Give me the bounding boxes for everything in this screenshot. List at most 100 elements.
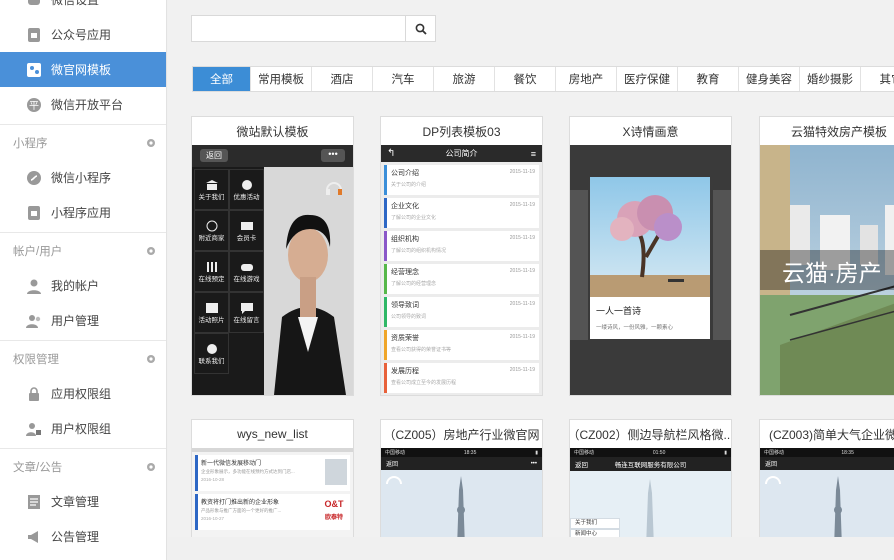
more-icon: ••• — [321, 149, 345, 162]
sidebar-item-label: 微信开放平台 — [51, 96, 123, 113]
template-card[interactable]: 云猫特效房产模板 云猫·房产 — [759, 116, 894, 396]
gear-icon[interactable] — [146, 138, 156, 148]
card-icon — [240, 220, 254, 232]
preview-menu: 关于我们 优惠活动 附近商家 会员卡 在线预定 在线游戏 活动照片 在线留言 联… — [194, 169, 264, 374]
brand-title: 云猫·房产 — [782, 254, 882, 288]
tab-real-estate[interactable]: 房地产 — [556, 67, 617, 91]
gear-icon[interactable] — [146, 246, 156, 256]
template-card[interactable]: wys_new_list 新一代微信发展移动门 企业形象展示，多功能在线预约方式… — [191, 419, 354, 537]
template-card[interactable]: （CZ002）侧边导航栏风格微... 中国移动01:50▮ 返回畅连互联网服务有… — [569, 419, 732, 537]
sidebar-item-article-management[interactable]: 文章管理 — [0, 484, 166, 519]
gear-icon[interactable] — [146, 462, 156, 472]
tab-other[interactable]: 其它 — [861, 67, 894, 91]
preview-menu-item: 在线留言 — [229, 292, 264, 333]
lock-icon — [26, 386, 42, 402]
poem-card: 一人一首诗 一缕诗风，一份风雅，一颗素心 — [590, 177, 710, 339]
user-lock-icon — [26, 421, 42, 437]
portrait-image — [264, 167, 353, 395]
gear-icon[interactable] — [146, 354, 156, 364]
sidebar-item-label: 公众号应用 — [51, 26, 111, 43]
sidebar-item-label: 用户权限组 — [51, 420, 111, 437]
document-icon — [26, 494, 42, 510]
sidebar-item-open-platform[interactable]: 平 微信开放平台 — [0, 87, 166, 122]
preview-menu-item: 活动照片 — [194, 292, 229, 333]
battery-icon: ▮ — [535, 450, 538, 456]
template-title: 微站默认模板 — [192, 117, 353, 145]
tab-common[interactable]: 常用模板 — [251, 67, 312, 91]
sidebar-item-microsite-templates[interactable]: 微官网模板 — [0, 52, 166, 87]
sidebar-item-label: 微信设置 — [51, 0, 99, 8]
preview-menu-item: 会员卡 — [229, 210, 264, 251]
tab-healthcare[interactable]: 医疗保健 — [617, 67, 678, 91]
template-card[interactable]: （CZ005）房地产行业微官网 中国移动18:35▮ 返回••• — [380, 419, 543, 537]
app-box-icon — [26, 205, 42, 221]
sidebar-item-user-management[interactable]: 用户管理 — [0, 303, 166, 338]
phone-status-bar: 中国移动18:35▮ — [760, 448, 894, 457]
section-title: 小程序 — [13, 135, 48, 151]
preview-header: ↰ 公司简介 ≡ — [381, 145, 542, 162]
company-name: 畅连互联网服务有限公司 — [570, 459, 731, 469]
tab-education[interactable]: 教育 — [678, 67, 739, 91]
tab-all[interactable]: 全部 — [193, 67, 251, 91]
app-box-icon — [26, 27, 42, 43]
sidebar-item-wechat-settings[interactable]: 微信设置 — [0, 0, 166, 17]
tab-hotel[interactable]: 酒店 — [312, 67, 373, 91]
preview-row: 经营理念 了解公司的经营理念 2015-11-19 — [384, 264, 539, 294]
preview-menu-item: 在线预定 — [194, 251, 229, 292]
preview-row: 教资将打门推出新的企业形象 产品形象与推广方面的一个更好的推广... 2016-… — [195, 494, 350, 530]
template-card[interactable]: 微站默认模板 返回 ••• 关于我们 优惠活动 附近商家 会员卡 — [191, 116, 354, 396]
phone-status-bar: 中国移动01:50▮ — [570, 448, 731, 457]
tab-wedding-photo[interactable]: 婚纱摄影 — [800, 67, 861, 91]
search-input[interactable] — [192, 16, 405, 41]
poem-subtitle: 一缕诗风，一份风雅，一颗素心 — [590, 317, 710, 331]
preview-menu-item: 在线游戏 — [229, 251, 264, 292]
template-card[interactable]: (CZ003)简单大气企业微站 中国移动18:35▮ 返回••• — [759, 419, 894, 537]
template-card[interactable]: X诗情画意 一人一首诗 一缕诗风，一份风雅，一颗素心 — [569, 116, 732, 396]
row-logo: O&T欧泰特 — [321, 498, 347, 524]
sidebar-item-official-account-apps[interactable]: 公众号应用 — [0, 17, 166, 52]
template-title: DP列表模板03 — [381, 117, 542, 145]
template-title: wys_new_list — [192, 420, 353, 448]
sidebar-item-user-permission-groups[interactable]: 用户权限组 — [0, 411, 166, 446]
tab-auto[interactable]: 汽车 — [373, 67, 434, 91]
building-icon — [205, 179, 219, 191]
back-button: 返回 — [386, 459, 398, 468]
tree-image — [590, 177, 710, 297]
svg-text:平: 平 — [29, 101, 39, 112]
preview-header-title: 公司简介 — [446, 148, 478, 159]
city-tower-image — [760, 470, 894, 537]
sliders-icon — [205, 261, 219, 273]
photo-icon — [205, 302, 219, 314]
section-title: 权限管理 — [13, 351, 59, 367]
back-button: 返回 — [765, 459, 777, 468]
sidebar-item-my-account[interactable]: 我的帐户 — [0, 268, 166, 303]
preview-side-menu: 关于我们 新闻中心 — [570, 518, 620, 537]
user-icon — [26, 278, 42, 294]
template-icon — [26, 62, 42, 78]
phone-status-bar: 中国移动18:35▮ — [381, 448, 542, 457]
section-permissions: 权限管理 — [0, 340, 166, 376]
preview-header: 返回畅连互联网服务有限公司 — [570, 457, 731, 471]
back-arrow-icon: ↰ — [387, 148, 395, 159]
tab-fitness-beauty[interactable]: 健身美容 — [739, 67, 800, 91]
tab-travel[interactable]: 旅游 — [434, 67, 495, 91]
preview-menu-item: 关于我们 — [570, 518, 620, 529]
sidebar-item-wechat-mini-program[interactable]: 微信小程序 — [0, 160, 166, 195]
section-articles: 文章/公告 — [0, 448, 166, 484]
sidebar-item-mini-program-apps[interactable]: 小程序应用 — [0, 195, 166, 230]
preview-topbar — [192, 448, 353, 452]
template-title: （CZ002）侧边导航栏风格微... — [570, 420, 731, 448]
sidebar-item-app-permission-groups[interactable]: 应用权限组 — [0, 376, 166, 411]
template-title: X诗情画意 — [570, 117, 731, 145]
side-panel — [570, 190, 588, 340]
tab-catering[interactable]: 餐饮 — [495, 67, 556, 91]
preview-row: 新一代微信发展移动门 企业形象展示，多功能在线预约方式达到门店... 2016-… — [195, 455, 350, 491]
template-preview: 新一代微信发展移动门 企业形象展示，多功能在线预约方式达到门店... 2016-… — [192, 448, 353, 537]
sidebar-item-label: 小程序应用 — [51, 204, 111, 221]
template-card[interactable]: DP列表模板03 ↰ 公司简介 ≡ 公司介绍 关于公司的介绍 2015-11-1… — [380, 116, 543, 396]
gamepad-icon — [240, 261, 254, 273]
sidebar-item-label: 微官网模板 — [51, 61, 111, 78]
search-button[interactable] — [405, 16, 435, 41]
users-icon — [26, 313, 42, 329]
preview-menu-item: 附近商家 — [194, 210, 229, 251]
